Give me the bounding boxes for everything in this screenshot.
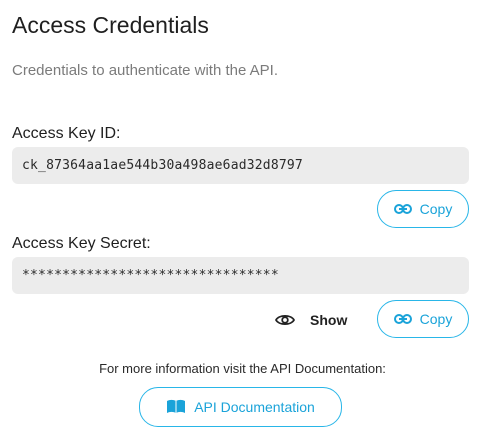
access-key-secret-label: Access Key Secret:: [12, 235, 151, 252]
copy-key-secret-button[interactable]: Copy: [377, 300, 469, 338]
copy-key-id-label: Copy: [419, 201, 453, 217]
eye-icon: [275, 313, 295, 327]
api-documentation-button[interactable]: API Documentation: [139, 387, 342, 427]
book-icon: [166, 399, 186, 415]
copy-key-id-button[interactable]: Copy: [377, 190, 469, 228]
link-icon: [393, 314, 412, 324]
access-key-id-label: Access Key ID:: [12, 125, 121, 142]
link-icon: [393, 204, 412, 214]
copy-key-secret-label: Copy: [419, 311, 453, 327]
page-subtitle: Credentials to authenticate with the API…: [12, 62, 278, 79]
access-key-id-value: ck_87364aa1ae544b30a498ae6ad32d8797: [22, 158, 303, 173]
api-documentation-label: API Documentation: [194, 399, 315, 415]
show-secret-label: Show: [310, 312, 348, 328]
access-key-id-field[interactable]: ck_87364aa1ae544b30a498ae6ad32d8797: [12, 147, 469, 184]
page-title: Access Credentials: [12, 12, 209, 38]
access-key-secret-field[interactable]: ********************************: [12, 257, 469, 294]
api-docs-info-text: For more information visit the API Docum…: [99, 361, 386, 376]
access-key-secret-value: ********************************: [22, 268, 279, 283]
show-secret-button[interactable]: Show: [275, 307, 347, 333]
